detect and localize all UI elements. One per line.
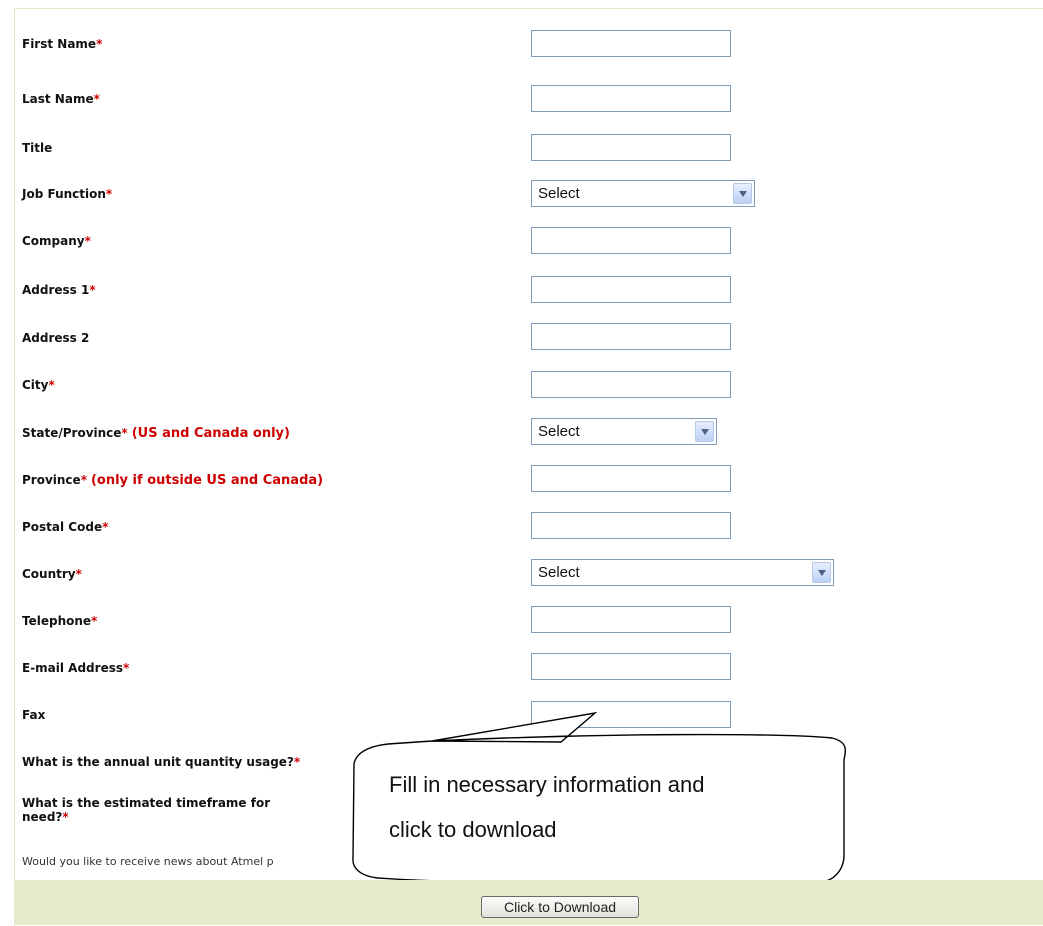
address-1-input[interactable] [531, 276, 731, 303]
required-marker: * [123, 661, 130, 675]
chevron-down-icon[interactable] [695, 421, 714, 442]
label-last-name: Last Name* [22, 92, 100, 106]
country-select[interactable]: Select [531, 559, 834, 586]
state-province-select[interactable]: Select [531, 418, 717, 445]
label-address-2: Address 2 [22, 331, 90, 345]
required-marker: * [293, 755, 301, 769]
label-job-function: Job Function* [22, 187, 113, 201]
label-company: Company* [22, 234, 91, 248]
required-marker: * [89, 283, 96, 297]
label-province: Province* (only if outside US and Canada) [22, 473, 324, 488]
state-province-selected: Select [538, 423, 580, 440]
email-input[interactable] [531, 653, 731, 680]
news-optin-text: Would you like to receive news about Atm… [22, 855, 274, 868]
label-city: City* [22, 378, 55, 392]
job-function-select[interactable]: Select [531, 180, 755, 207]
question-timeframe: What is the estimated timeframe for need?… [22, 796, 271, 824]
company-input[interactable] [531, 227, 731, 254]
callout-line-2: click to download [389, 817, 557, 842]
job-function-selected: Select [538, 185, 580, 202]
label-address-1: Address 1* [22, 283, 96, 297]
chevron-down-icon[interactable] [733, 183, 752, 204]
province-note: (only if outside US and Canada) [90, 473, 324, 488]
required-marker: * [84, 234, 91, 248]
required-marker: * [102, 520, 109, 534]
required-marker: * [80, 473, 87, 487]
label-country: Country* [22, 567, 82, 581]
required-marker: * [75, 567, 82, 581]
postal-code-input[interactable] [531, 512, 731, 539]
label-first-name: First Name* [22, 37, 103, 51]
label-fax: Fax [22, 708, 46, 722]
label-title: Title [22, 141, 53, 155]
required-marker: * [93, 92, 100, 106]
last-name-input[interactable] [531, 85, 731, 112]
required-marker: * [121, 426, 128, 440]
fax-input[interactable] [531, 701, 731, 728]
required-marker: * [91, 614, 98, 628]
first-name-input[interactable] [531, 30, 731, 57]
telephone-input[interactable] [531, 606, 731, 633]
required-marker: * [48, 378, 55, 392]
required-marker: * [96, 37, 103, 51]
label-state-province: State/Province* (US and Canada only) [22, 426, 290, 441]
city-input[interactable] [531, 371, 731, 398]
title-input[interactable] [531, 134, 731, 161]
label-postal-code: Postal Code* [22, 520, 109, 534]
required-marker: * [105, 187, 113, 201]
question-usage: What is the annual unit quantity usage?* [22, 755, 301, 769]
province-input[interactable] [531, 465, 731, 492]
chevron-down-icon[interactable] [812, 562, 831, 583]
download-button[interactable]: Click to Download [481, 896, 639, 918]
country-selected: Select [538, 564, 580, 581]
address-2-input[interactable] [531, 323, 731, 350]
label-telephone: Telephone* [22, 614, 98, 628]
state-note: (US and Canada only) [131, 426, 290, 441]
required-marker: * [62, 810, 69, 824]
callout-line-1: Fill in necessary information and [389, 772, 705, 797]
label-email: E-mail Address* [22, 661, 130, 675]
